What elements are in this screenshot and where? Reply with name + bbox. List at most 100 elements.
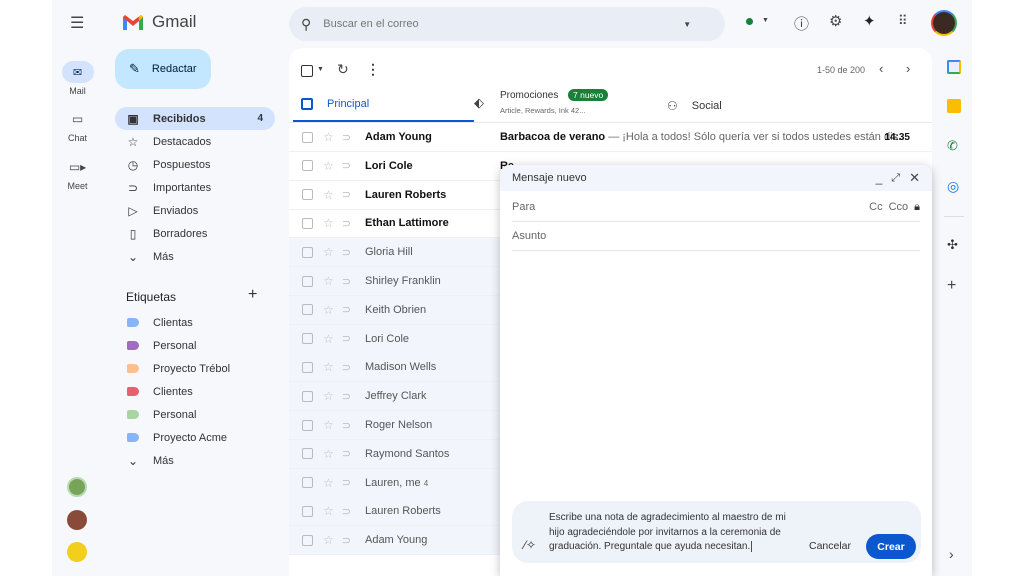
important-icon[interactable]: ⊃ bbox=[342, 275, 351, 288]
prev-page-icon[interactable]: ‹ bbox=[879, 61, 883, 76]
nav-item-send[interactable]: ▷ Enviados bbox=[115, 199, 275, 222]
email-row[interactable]: ☆ ⊃ Adam Young Barbacoa de verano — ¡Hola a… bbox=[289, 123, 932, 152]
help-icon[interactable]: ⓘ bbox=[794, 13, 809, 34]
rail-chat[interactable]: ▭ Chat bbox=[52, 108, 103, 143]
account-avatar[interactable] bbox=[931, 10, 957, 36]
star-icon[interactable]: ☆ bbox=[323, 130, 334, 144]
addons-icon[interactable]: ✣ bbox=[947, 237, 958, 253]
compose-button[interactable]: ✎ Redactar bbox=[115, 49, 211, 89]
star-icon[interactable]: ☆ bbox=[323, 332, 334, 346]
nav-item-clock[interactable]: ◷ Pospuestos bbox=[115, 153, 275, 176]
prompt-input[interactable]: Escribe una nota de agradecimiento al ma… bbox=[549, 511, 804, 555]
cc-button[interactable]: Cc bbox=[869, 201, 882, 213]
label-item[interactable]: Proyecto Acme bbox=[115, 426, 275, 449]
nav-item-inbox[interactable]: ▣ Recibidos 4 bbox=[115, 107, 275, 130]
row-checkbox[interactable] bbox=[302, 246, 313, 258]
label-item[interactable]: Clientes bbox=[115, 380, 275, 403]
row-checkbox[interactable] bbox=[302, 131, 313, 143]
row-checkbox[interactable] bbox=[302, 189, 313, 201]
labels-more[interactable]: ⌄ Más bbox=[115, 449, 275, 472]
important-icon[interactable]: ⊃ bbox=[342, 131, 351, 144]
nav-item-important[interactable]: ⊃ Importantes bbox=[115, 176, 275, 199]
select-dropdown-icon[interactable]: ▼ bbox=[317, 66, 324, 73]
important-icon[interactable]: ⊃ bbox=[342, 390, 351, 403]
star-icon[interactable]: ☆ bbox=[323, 159, 334, 173]
row-checkbox[interactable] bbox=[302, 534, 313, 546]
row-checkbox[interactable] bbox=[302, 419, 313, 431]
star-icon[interactable]: ☆ bbox=[323, 533, 334, 547]
contact-avatar[interactable] bbox=[67, 477, 87, 497]
status-dot-icon[interactable] bbox=[746, 18, 753, 25]
important-icon[interactable]: ⊃ bbox=[342, 534, 351, 547]
keep-icon[interactable] bbox=[947, 99, 961, 113]
rail-meet[interactable]: ▭▸ Meet bbox=[52, 156, 103, 191]
star-icon[interactable]: ☆ bbox=[323, 360, 334, 374]
compose-header[interactable]: Mensaje nuevo _ ⤢ ✕ bbox=[500, 165, 932, 191]
gear-icon[interactable]: ⚙ bbox=[829, 12, 842, 30]
important-icon[interactable]: ⊃ bbox=[342, 505, 351, 518]
gemini-icon[interactable]: ✦ bbox=[863, 12, 876, 30]
row-checkbox[interactable] bbox=[302, 275, 313, 287]
select-all-checkbox[interactable] bbox=[301, 65, 313, 77]
contact-avatar[interactable] bbox=[67, 510, 87, 530]
row-checkbox[interactable] bbox=[302, 160, 313, 172]
contact-avatar[interactable] bbox=[67, 542, 87, 562]
star-icon[interactable]: ☆ bbox=[323, 418, 334, 432]
search-icon[interactable]: ⚲ bbox=[301, 16, 311, 33]
row-checkbox[interactable] bbox=[302, 505, 313, 517]
label-item[interactable]: Proyecto Trébol bbox=[115, 357, 275, 380]
to-field[interactable]: Para Cc Cco 🔒︎ bbox=[512, 193, 920, 222]
important-icon[interactable]: ⊃ bbox=[342, 246, 351, 259]
row-checkbox[interactable] bbox=[302, 361, 313, 373]
menu-icon[interactable]: ☰ bbox=[70, 13, 84, 33]
calendar-icon[interactable] bbox=[947, 60, 961, 74]
nav-item-chevron-down[interactable]: ⌄ Más bbox=[115, 245, 275, 268]
cancel-button[interactable]: Cancelar bbox=[809, 540, 851, 552]
add-addon-icon[interactable]: + bbox=[947, 277, 956, 295]
add-label-icon[interactable]: + bbox=[248, 286, 257, 304]
star-icon[interactable]: ☆ bbox=[323, 245, 334, 259]
voice-icon[interactable]: ✆ bbox=[947, 138, 958, 154]
star-icon[interactable]: ☆ bbox=[323, 216, 334, 230]
tasks-icon[interactable]: ◎ bbox=[947, 178, 959, 195]
search-bar[interactable]: ⚲ ▼ bbox=[289, 7, 725, 41]
search-options-icon[interactable]: ▼ bbox=[683, 20, 691, 29]
nav-item-star[interactable]: ☆ Destacados bbox=[115, 130, 275, 153]
star-icon[interactable]: ☆ bbox=[323, 188, 334, 202]
row-checkbox[interactable] bbox=[302, 304, 313, 316]
nav-item-draft[interactable]: ▯ Borradores bbox=[115, 222, 275, 245]
important-icon[interactable]: ⊃ bbox=[342, 303, 351, 316]
close-icon[interactable]: ✕ bbox=[909, 170, 920, 186]
bcc-button[interactable]: Cco bbox=[889, 201, 909, 213]
row-checkbox[interactable] bbox=[302, 217, 313, 229]
tab-social[interactable]: ⚇ Social bbox=[667, 88, 847, 123]
status-dropdown-icon[interactable]: ▼ bbox=[762, 17, 769, 24]
minimize-icon[interactable]: _ bbox=[876, 171, 883, 185]
important-icon[interactable]: ⊃ bbox=[342, 361, 351, 374]
refresh-icon[interactable]: ↻ bbox=[337, 61, 349, 78]
star-icon[interactable]: ☆ bbox=[323, 476, 334, 490]
important-icon[interactable]: ⊃ bbox=[342, 188, 351, 201]
search-input[interactable] bbox=[323, 18, 684, 30]
row-checkbox[interactable] bbox=[302, 333, 313, 345]
lock-icon[interactable]: 🔒︎ bbox=[914, 201, 920, 214]
label-item[interactable]: Personal bbox=[115, 403, 275, 426]
important-icon[interactable]: ⊃ bbox=[342, 476, 351, 489]
rail-mail[interactable]: ✉ Mail bbox=[52, 61, 103, 96]
fullscreen-icon[interactable]: ⤢ bbox=[891, 172, 900, 185]
label-item[interactable]: Personal bbox=[115, 334, 275, 357]
create-button[interactable]: Crear bbox=[866, 534, 916, 559]
star-icon[interactable]: ☆ bbox=[323, 447, 334, 461]
tab-promociones[interactable]: ⬖ Promociones 7 nuevo Article, Rewards, … bbox=[474, 88, 654, 123]
important-icon[interactable]: ⊃ bbox=[342, 332, 351, 345]
star-icon[interactable]: ☆ bbox=[323, 274, 334, 288]
star-icon[interactable]: ☆ bbox=[323, 389, 334, 403]
label-item[interactable]: Clientas bbox=[115, 311, 275, 334]
important-icon[interactable]: ⊃ bbox=[342, 419, 351, 432]
important-icon[interactable]: ⊃ bbox=[342, 217, 351, 230]
tab-principal[interactable]: Principal bbox=[293, 88, 474, 123]
important-icon[interactable]: ⊃ bbox=[342, 159, 351, 172]
row-checkbox[interactable] bbox=[302, 477, 313, 489]
gmail-logo[interactable]: Gmail bbox=[122, 12, 196, 32]
row-checkbox[interactable] bbox=[302, 448, 313, 460]
